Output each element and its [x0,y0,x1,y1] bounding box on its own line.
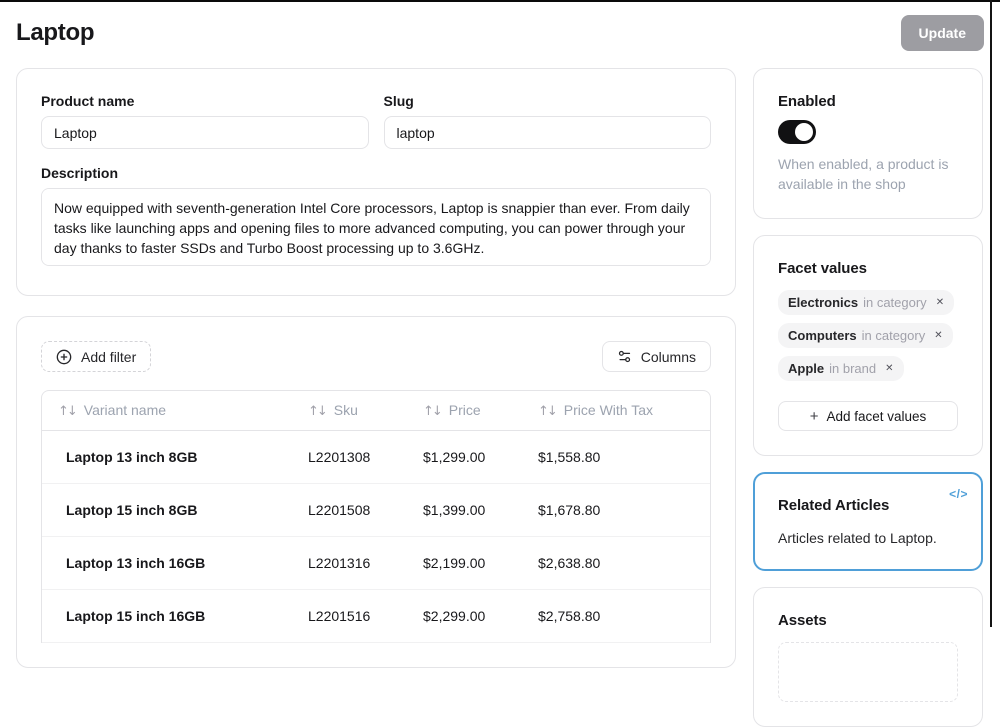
remove-facet-icon[interactable]: ✕ [936,298,944,308]
window-top-edge [0,0,1000,2]
variants-toolbar: Add filter Columns [41,341,711,372]
name-slug-row: Product name Slug [41,93,711,149]
sort-icon: ↑↓ [58,404,76,419]
variants-table: ↑↓ Variant name ↑↓ Sku ↑↓ Price ↑↓ Price Wit… [41,390,711,643]
table-row[interactable]: Laptop 15 inch 16GB L2201516 $2,299.00 $… [42,590,710,643]
product-name-label: Product name [41,93,369,109]
add-filter-button[interactable]: Add filter [41,341,151,372]
sku-cell: L2201316 [300,537,415,590]
sku-cell: L2201516 [300,590,415,643]
facet-chip: Electronics in category ✕ [778,290,954,315]
facet-chip-qualifier: in brand [829,361,876,376]
enabled-toggle[interactable] [778,120,816,144]
chip-row: Computers in category ✕ [778,323,958,356]
sort-header-price-with-tax[interactable]: ↑↓ Price With Tax [530,391,710,431]
facet-chip: Apple in brand ✕ [778,356,904,381]
chip-row: Apple in brand ✕ [778,356,958,389]
variant-name-cell: Laptop 13 inch 8GB [42,431,300,484]
sort-icon: ↑↓ [423,404,441,419]
sort-header-sku[interactable]: ↑↓ Sku [300,391,415,431]
sort-header-variant-name[interactable]: ↑↓ Variant name [42,391,300,431]
assets-card: Assets [753,587,983,727]
enabled-title: Enabled [778,93,958,110]
facet-values-title: Facet values [778,260,958,277]
facet-chip-qualifier: in category [862,328,926,343]
related-articles-description: Articles related to Laptop. [778,530,958,546]
table-row[interactable]: Laptop 15 inch 8GB L2201508 $1,399.00 $1… [42,484,710,537]
table-row[interactable]: Laptop 13 inch 8GB L2201308 $1,299.00 $1… [42,431,710,484]
column-settings-icon [617,349,632,364]
add-filter-label: Add filter [81,349,136,365]
price-with-tax-cell: $1,558.80 [530,431,710,484]
price-cell: $1,399.00 [415,484,530,537]
column-header-label: Sku [334,402,358,418]
price-cell: $2,199.00 [415,537,530,590]
columns-button[interactable]: Columns [602,341,711,372]
update-button[interactable]: Update [901,15,984,51]
slug-label: Slug [384,93,712,109]
enabled-help-text: When enabled, a product is available in … [778,154,958,194]
column-header-label: Variant name [84,402,166,418]
description-input[interactable]: Now equipped with seventh-generation Int… [41,188,711,266]
chip-row: Electronics in category ✕ [778,290,958,323]
price-with-tax-cell: $2,758.80 [530,590,710,643]
circle-plus-icon [56,349,72,365]
remove-facet-icon[interactable]: ✕ [934,331,942,341]
window-right-edge [990,0,992,627]
price-with-tax-cell: $1,678.80 [530,484,710,537]
sort-icon: ↑↓ [538,404,556,419]
slug-input[interactable] [384,116,712,149]
description-label: Description [41,165,711,181]
facet-chip: Computers in category ✕ [778,323,953,348]
product-detail-page: Laptop Update Product name Slug Descr [0,0,1000,727]
price-cell: $1,299.00 [415,431,530,484]
related-articles-card: </> Related Articles Articles related to… [753,472,983,571]
add-facet-values-label: Add facet values [826,409,926,424]
assets-dropzone[interactable] [778,642,958,702]
assets-title: Assets [778,612,958,629]
enabled-card: Enabled When enabled, a product is avail… [753,68,983,219]
product-name-input[interactable] [41,116,369,149]
facet-chip-value: Computers [788,328,857,343]
column-header-label: Price [449,402,481,418]
facet-chip-list: Electronics in category ✕ Computers in c… [778,290,958,389]
product-form-card: Product name Slug Description Now equipp… [16,68,736,296]
page-title: Laptop [16,19,94,47]
facet-chip-value: Apple [788,361,824,376]
product-name-field: Product name [41,93,369,149]
related-articles-title: Related Articles [778,497,958,514]
slug-field: Slug [384,93,712,149]
sort-header-price[interactable]: ↑↓ Price [415,391,530,431]
sort-icon: ↑↓ [308,404,326,419]
content-layout: Product name Slug Description Now equipp… [16,68,984,727]
facet-chip-qualifier: in category [863,295,927,310]
sidebar: Enabled When enabled, a product is avail… [753,68,983,727]
facet-chip-value: Electronics [788,295,858,310]
remove-facet-icon[interactable]: ✕ [885,364,893,374]
page-header: Laptop Update [16,0,984,52]
table-header-row: ↑↓ Variant name ↑↓ Sku ↑↓ Price ↑↓ Price Wit… [42,391,710,431]
price-with-tax-cell: $2,638.80 [530,537,710,590]
variant-name-cell: Laptop 15 inch 8GB [42,484,300,537]
variants-card: Add filter Columns [16,316,736,668]
variant-name-cell: Laptop 15 inch 16GB [42,590,300,643]
variant-name-cell: Laptop 13 inch 16GB [42,537,300,590]
facet-values-card: Facet values Electronics in category ✕ C… [753,235,983,456]
plus-icon: + [810,408,819,425]
sku-cell: L2201508 [300,484,415,537]
code-block-icon[interactable]: </> [949,487,968,501]
table-row[interactable]: Laptop 13 inch 16GB L2201316 $2,199.00 $… [42,537,710,590]
toggle-knob [795,123,813,141]
sku-cell: L2201308 [300,431,415,484]
description-field: Description Now equipped with seventh-ge… [41,165,711,271]
add-facet-values-button[interactable]: + Add facet values [778,401,958,431]
column-header-label: Price With Tax [564,402,653,418]
price-cell: $2,299.00 [415,590,530,643]
main-column: Product name Slug Description Now equipp… [16,68,736,668]
columns-label: Columns [641,349,696,365]
